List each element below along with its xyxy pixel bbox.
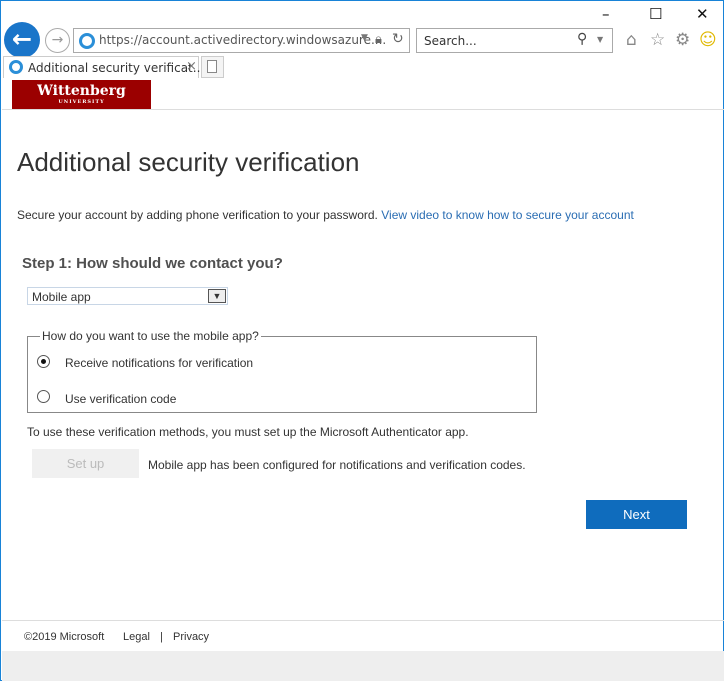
video-link[interactable]: View video to know how to secure your ac… (381, 208, 634, 222)
browser-window: – ☐ ✕ ← → https://account.activedirector… (0, 0, 724, 681)
page-bottom (2, 651, 724, 681)
university-logo: Wittenberg UNIVERSITY (12, 80, 151, 109)
maximize-button[interactable]: ☐ (649, 5, 662, 23)
page-title: Additional security verification (17, 147, 360, 177)
smiley-icon[interactable]: ☺ (699, 30, 717, 50)
search-box[interactable]: Search... ⚲ ▼ (416, 28, 613, 53)
selected-value: Mobile app (32, 290, 91, 304)
star-icon[interactable]: ☆ (650, 30, 665, 50)
forward-button[interactable]: → (45, 28, 70, 53)
option-label: Receive notifications for verification (65, 356, 254, 370)
new-tab-button[interactable] (201, 56, 224, 78)
new-tab-icon (207, 60, 217, 73)
footer: ©2019 Microsoft Legal | Privacy (2, 620, 724, 651)
radio-notifications[interactable] (37, 355, 50, 368)
chevron-down-icon[interactable]: ▼ (208, 289, 226, 303)
url-text: https://account.activedirectory.windowsa… (99, 33, 387, 47)
legal-link[interactable]: Legal (123, 631, 150, 643)
back-button[interactable]: ← (4, 22, 40, 58)
search-dropdown-icon[interactable]: ▼ (597, 35, 603, 44)
address-bar[interactable]: https://account.activedirectory.windowsa… (73, 28, 410, 53)
setup-button[interactable]: Set up (32, 449, 139, 478)
radio-verification-code[interactable] (37, 390, 50, 403)
ie-icon (79, 33, 95, 49)
ie-tab-icon (9, 60, 23, 74)
tab-title: Additional security verificat... (28, 61, 205, 75)
dropdown-icon[interactable]: ▼ (361, 33, 368, 43)
privacy-link[interactable]: Privacy (173, 631, 209, 643)
forward-icon: → (51, 32, 64, 48)
gear-icon[interactable]: ⚙ (675, 30, 690, 50)
refresh-icon[interactable]: ↻ (392, 31, 404, 47)
step-title: Step 1: How should we contact you? (22, 255, 283, 272)
close-window-button[interactable]: ✕ (696, 5, 709, 23)
minimize-button[interactable]: – (602, 5, 610, 23)
intro-text: Secure your account by adding phone veri… (17, 208, 634, 222)
option-label: Use verification code (65, 392, 177, 406)
configured-status: Mobile app has been configured for notif… (148, 458, 526, 472)
back-icon: ← (11, 25, 33, 53)
fieldset-legend: How do you want to use the mobile app? (42, 329, 259, 343)
contact-method-select[interactable]: Mobile app ▼ (27, 287, 228, 305)
search-placeholder: Search... (424, 34, 477, 48)
close-tab-icon[interactable]: × (186, 59, 197, 74)
next-button[interactable]: Next (586, 500, 687, 529)
lock-icon[interactable]: 🔒︎ (375, 32, 382, 47)
authenticator-note: To use these verification methods, you m… (27, 425, 469, 439)
search-icon[interactable]: ⚲ (577, 31, 587, 47)
home-icon[interactable]: ⌂ (626, 30, 637, 50)
copyright: ©2019 Microsoft (24, 631, 105, 643)
footer-separator: | (160, 631, 163, 643)
tab-active[interactable]: Additional security verificat... × (3, 56, 204, 78)
